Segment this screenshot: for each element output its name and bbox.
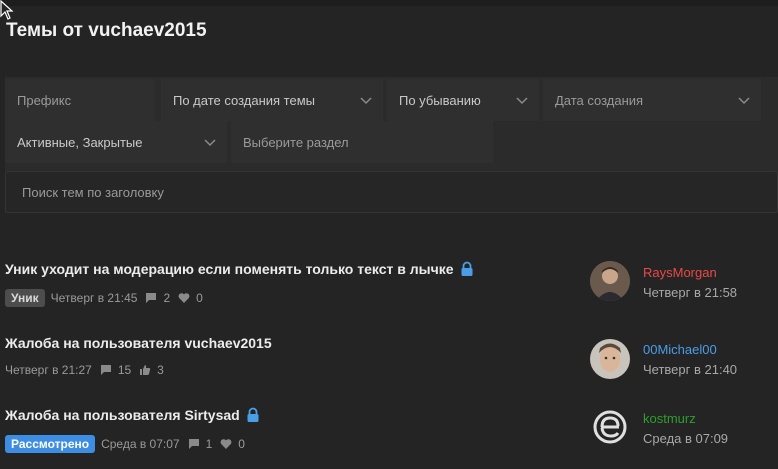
search-input[interactable]: Поиск тем по заголовку [5,171,778,213]
reactions-stat: 0 [178,291,203,305]
avatar[interactable] [590,261,630,301]
thread-title[interactable]: Жалоба на пользователя Sirtysad [5,407,260,423]
chevron-down-icon [360,97,372,105]
user-avatar-image [590,407,630,447]
comment-icon [188,439,199,449]
last-poster[interactable]: 00Michael00 [643,342,717,357]
avatar[interactable] [590,407,630,447]
reactions-count: 0 [238,437,245,451]
thread-title-text[interactable]: Жалоба на пользователя vuchaev2015 [5,335,272,351]
created-date-select[interactable]: Дата создания [543,79,761,121]
created-date-select-label: Дата создания [555,92,644,108]
thread-date[interactable]: Среда в 07:07 [101,437,180,451]
thread-title[interactable]: Уник уходит на модерацию если поменять т… [5,261,474,277]
thread-meta: Рассмотрено Среда в 07:07 1 0 [5,435,245,453]
prefix-select-label: Префикс [17,92,72,108]
direction-select-label: По убыванию [399,92,481,108]
thread-row: Жалоба на пользователя vuchaev2015 Четве… [0,335,778,397]
thread-date[interactable]: Четверг в 21:27 [5,363,92,377]
last-post-time[interactable]: Среда в 07:09 [643,431,728,446]
prefix-select[interactable]: Префикс [5,79,155,121]
replies-count: 1 [205,437,213,451]
thread-prefix[interactable]: Уник [5,289,45,307]
chevron-down-icon [516,97,528,105]
reactions-stat: 0 [220,437,245,451]
last-post-time[interactable]: Четверг в 21:58 [643,285,737,300]
thread-row: Уник уходит на модерацию если поменять т… [0,261,778,323]
user-avatar-image [590,339,630,379]
replies-stat: 1 [188,437,213,451]
thread-date[interactable]: Четверг в 21:45 [51,291,138,305]
user-avatar-image [590,261,630,301]
state-select-label: Активные, Закрытые [17,134,143,150]
section-select[interactable]: Выберите раздел [231,121,493,163]
section-select-label: Выберите раздел [243,134,349,150]
thread-title-text[interactable]: Уник уходит на модерацию если поменять т… [5,261,454,277]
heart-icon [178,293,190,303]
lock-icon [461,261,472,276]
replies-count: 15 [117,363,132,377]
thread-title[interactable]: Жалоба на пользователя vuchaev2015 [5,335,272,351]
last-post-time[interactable]: Четверг в 21:40 [643,362,737,377]
reactions-count: 0 [196,291,203,305]
chevron-down-icon [204,139,216,147]
thumbs-up-icon [140,365,151,375]
state-select[interactable]: Активные, Закрытые [5,121,227,163]
direction-select[interactable]: По убыванию [387,79,539,121]
order-select-label: По дате создания темы [173,92,315,108]
comment-icon [100,365,111,375]
thread-row: Жалоба на пользователя Sirtysad Рассмотр… [0,407,778,469]
reactions-count: 3 [157,363,164,377]
order-select[interactable]: По дате создания темы [161,79,383,121]
chevron-down-icon [738,97,750,105]
last-poster[interactable]: RaysMorgan [643,265,717,280]
thread-meta: Уник Четверг в 21:45 2 0 [5,289,203,307]
replies-stat: 15 [100,363,131,377]
page-title: Темы от vuchaev2015 [6,20,207,41]
cursor-arrow-icon [0,0,14,20]
top-bar [0,0,778,6]
thread-prefix[interactable]: Рассмотрено [5,435,96,453]
reactions-stat: 3 [139,363,164,377]
lock-icon [247,407,259,422]
thread-title-text[interactable]: Жалоба на пользователя Sirtysad [5,407,240,423]
heart-icon [220,439,232,449]
comment-icon [146,293,157,303]
replies-stat: 2 [145,291,170,305]
thread-meta: Четверг в 21:27 15 3 [5,363,164,377]
replies-count: 2 [163,291,171,305]
last-poster[interactable]: kostmurz [643,411,696,426]
avatar[interactable] [590,339,630,379]
search-placeholder: Поиск тем по заголовку [22,184,164,200]
